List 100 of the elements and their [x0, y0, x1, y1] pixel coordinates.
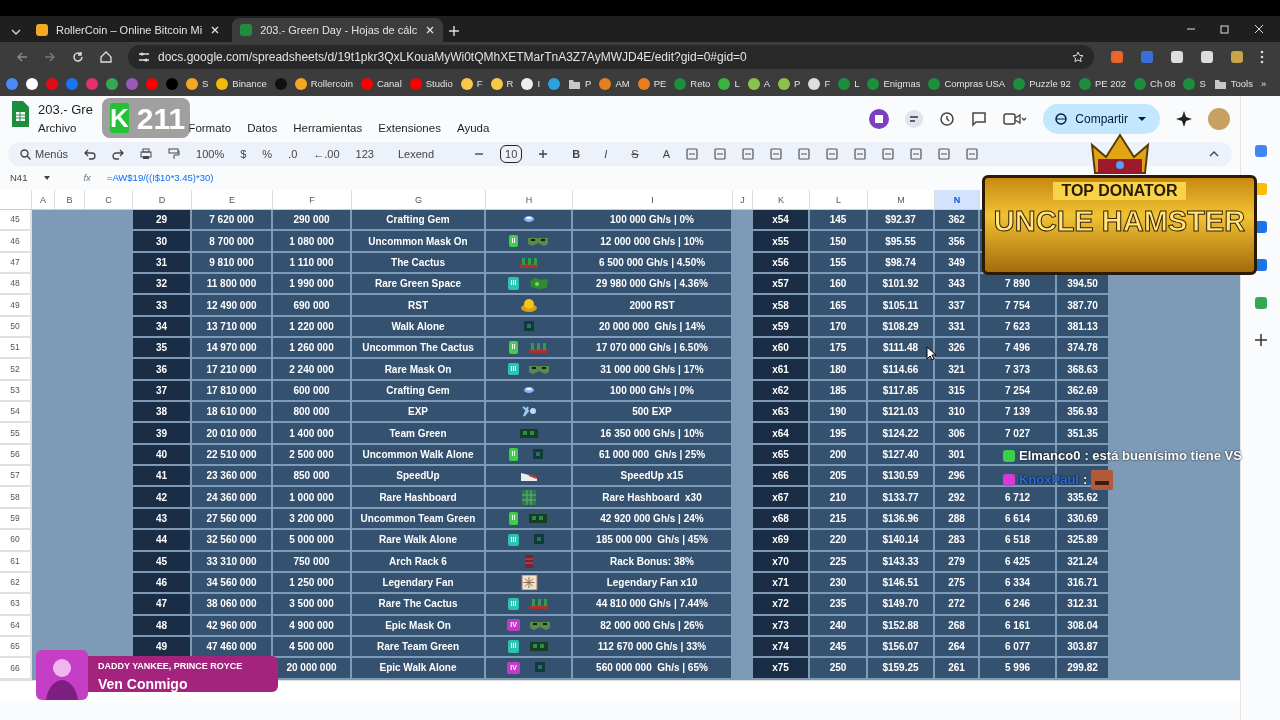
- row-number[interactable]: 59: [0, 508, 32, 531]
- row-number[interactable]: 46: [0, 231, 32, 253]
- paint-format-icon[interactable]: [168, 148, 181, 160]
- share-button[interactable]: Compartir: [1043, 104, 1160, 134]
- bookmark[interactable]: Binance: [216, 76, 267, 92]
- bookmark[interactable]: Enigmas: [867, 76, 921, 92]
- format-button[interactable]: $: [240, 145, 247, 163]
- style-button[interactable]: A: [662, 145, 670, 163]
- format-button[interactable]: 123: [355, 145, 374, 163]
- column-header[interactable]: D: [133, 190, 192, 209]
- extension-icon[interactable]: [1110, 50, 1124, 64]
- bookmark[interactable]: S: [1183, 76, 1206, 92]
- bookmark[interactable]: PE 202: [1078, 76, 1127, 92]
- bookmark[interactable]: R: [490, 76, 514, 92]
- style-button[interactable]: I: [604, 145, 608, 163]
- more-icon[interactable]: [1260, 50, 1264, 64]
- comment-icon[interactable]: [909, 148, 922, 160]
- bookmark[interactable]: Tools: [1213, 76, 1253, 92]
- font-dropdown[interactable]: Lexend: [389, 145, 458, 163]
- formula-field[interactable]: =AW$19/((I$10*3.45)*30): [106, 170, 214, 186]
- zoom-dropdown[interactable]: 100%: [196, 145, 225, 163]
- site-info-icon[interactable]: [138, 51, 150, 63]
- fill-color-icon[interactable]: [685, 148, 698, 160]
- star-icon[interactable]: [1072, 51, 1084, 63]
- close-icon[interactable]: [210, 25, 221, 35]
- bookmark[interactable]: F: [460, 76, 483, 92]
- bookmark[interactable]: [26, 78, 38, 90]
- redo-icon[interactable]: [112, 148, 125, 160]
- column-header[interactable]: A: [32, 190, 55, 209]
- row-number[interactable]: 51: [0, 338, 32, 360]
- row-number[interactable]: 63: [0, 594, 32, 616]
- column-header[interactable]: K: [753, 190, 810, 209]
- row-number[interactable]: 52: [0, 359, 32, 381]
- bookmark[interactable]: Puzzle 92: [1013, 76, 1071, 92]
- style-button[interactable]: B: [572, 145, 581, 163]
- print-icon[interactable]: [140, 148, 153, 160]
- maps-icon[interactable]: [1253, 296, 1268, 310]
- bookmark[interactable]: Canal: [360, 76, 402, 92]
- bookmark[interactable]: Reto: [674, 76, 711, 92]
- sparkle-icon[interactable]: [1176, 111, 1192, 127]
- bookmark[interactable]: AM: [599, 76, 630, 92]
- column-header[interactable]: E: [192, 190, 273, 209]
- undo-icon[interactable]: [84, 148, 97, 160]
- bookmark[interactable]: A: [747, 76, 771, 92]
- comment-icon[interactable]: [971, 111, 988, 127]
- avatar-icon[interactable]: [1208, 108, 1230, 130]
- row-number[interactable]: 47: [0, 252, 32, 275]
- column-header[interactable]: F: [273, 190, 352, 209]
- column-header[interactable]: G: [352, 190, 486, 209]
- document-title[interactable]: 203.- Gre: [38, 100, 93, 120]
- menu-item[interactable]: Extensiones: [378, 119, 441, 137]
- chart-icon[interactable]: [937, 148, 950, 160]
- format-button[interactable]: %: [262, 145, 273, 163]
- row-number[interactable]: 65: [0, 636, 32, 659]
- column-header[interactable]: L: [810, 190, 868, 209]
- column-header[interactable]: B: [55, 190, 85, 209]
- menu-item[interactable]: Datos: [247, 119, 278, 137]
- row-number[interactable]: 54: [0, 402, 32, 424]
- column-header[interactable]: H: [486, 190, 573, 209]
- row-number[interactable]: 45: [0, 210, 32, 232]
- forward-icon[interactable]: [44, 51, 56, 63]
- puzzle-icon[interactable]: [1200, 50, 1214, 64]
- close-icon[interactable]: [425, 25, 436, 35]
- filter-icon[interactable]: [965, 148, 978, 160]
- wrap-icon[interactable]: [825, 148, 838, 160]
- format-button[interactable]: ←.00: [313, 145, 340, 163]
- row-number[interactable]: 58: [0, 487, 32, 509]
- bookmark[interactable]: L: [838, 76, 860, 92]
- column-header[interactable]: J: [733, 190, 753, 209]
- video-call-icon[interactable]: [1003, 111, 1028, 127]
- row-number[interactable]: 49: [0, 295, 32, 317]
- font-size-field[interactable]: 10: [500, 144, 523, 164]
- bookmark[interactable]: Rollercoin: [294, 76, 353, 92]
- more-bookmarks-button[interactable]: »: [1260, 76, 1275, 92]
- row-number[interactable]: 53: [0, 380, 32, 403]
- row-number[interactable]: 48: [0, 274, 32, 296]
- row-number[interactable]: 62: [0, 572, 32, 595]
- sheets-logo-icon[interactable]: [10, 100, 30, 128]
- bookmark[interactable]: Studio: [409, 76, 453, 92]
- column-header[interactable]: C: [85, 190, 133, 209]
- rotate-icon[interactable]: [853, 148, 866, 160]
- avatar-icon[interactable]: [1230, 50, 1244, 64]
- row-number[interactable]: 60: [0, 530, 32, 552]
- chart-icon[interactable]: [905, 110, 924, 128]
- history-icon[interactable]: [939, 111, 956, 127]
- browser-tab[interactable]: 203.- Green Day - Hojas de cálc: [232, 18, 444, 42]
- close-icon[interactable]: [1254, 24, 1264, 34]
- home-icon[interactable]: [100, 51, 112, 63]
- row-number[interactable]: 66: [0, 658, 32, 680]
- column-header[interactable]: I: [573, 190, 733, 209]
- row-number[interactable]: 64: [0, 615, 32, 637]
- menu-item[interactable]: Archivo: [38, 119, 77, 137]
- calendar-icon[interactable]: [1253, 144, 1268, 158]
- bookmark[interactable]: P: [778, 76, 801, 92]
- style-button[interactable]: S: [631, 145, 639, 163]
- row-number[interactable]: 55: [0, 423, 32, 445]
- column-header[interactable]: N: [935, 190, 980, 209]
- caret-icon[interactable]: [43, 174, 52, 182]
- row-number[interactable]: 57: [0, 466, 32, 488]
- bookmark[interactable]: I: [521, 76, 541, 92]
